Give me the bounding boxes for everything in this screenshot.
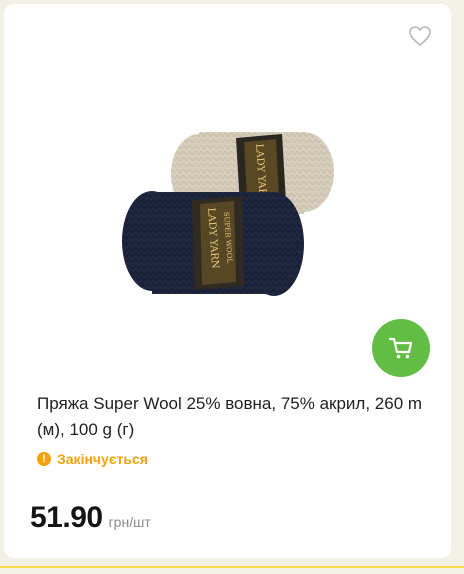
price-unit: грн/шт	[108, 514, 151, 530]
shopping-cart-icon	[388, 337, 413, 359]
stock-status-label: Закінчується	[57, 451, 148, 467]
accent-divider	[0, 566, 464, 568]
heart-icon[interactable]	[408, 25, 432, 47]
stock-status: ! Закінчується	[37, 451, 148, 467]
add-to-cart-button[interactable]	[372, 319, 430, 377]
navy-yarn-skein: LADY YARN SUPER WOOL	[122, 191, 304, 296]
price: 51.90 грн/шт	[30, 501, 151, 535]
product-card[interactable]: LADY YARN LADY YARN SUPER WOOL Пряжа Sup…	[4, 4, 451, 558]
product-image[interactable]: LADY YARN LADY YARN SUPER WOOL	[104, 114, 354, 314]
price-value: 51.90	[30, 501, 103, 534]
warning-icon: !	[37, 452, 51, 466]
product-title[interactable]: Пряжа Super Wool 25% вовна, 75% акрил, 2…	[37, 391, 432, 443]
